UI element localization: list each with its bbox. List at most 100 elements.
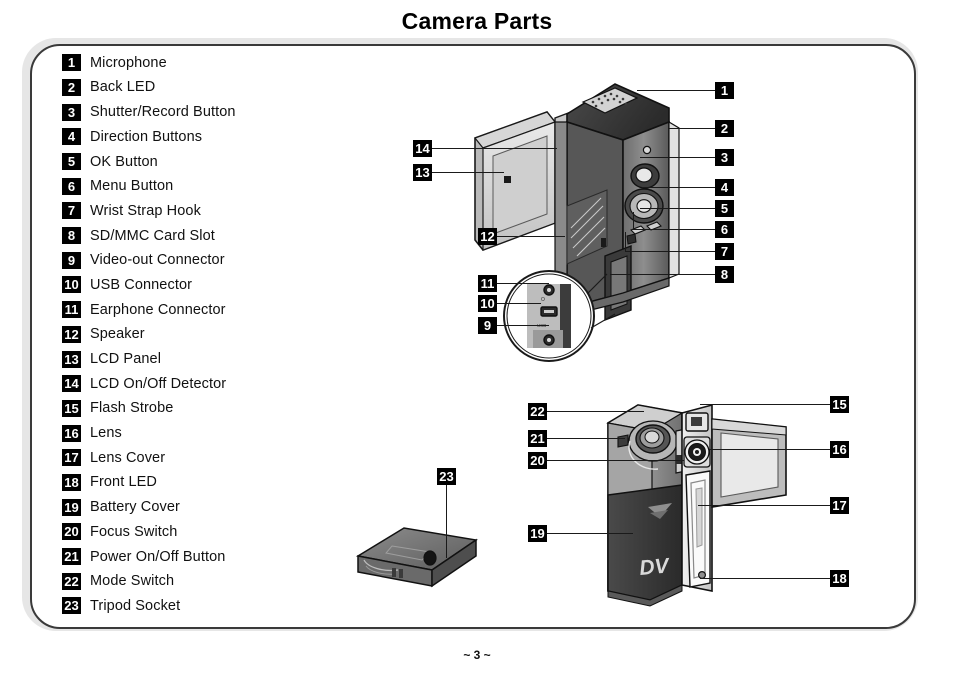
leader-line-18	[700, 578, 830, 580]
callout-9[interactable]: 9	[478, 317, 497, 334]
leader-line-6b	[633, 212, 635, 230]
legend-badge: 13	[62, 350, 81, 368]
legend-row: 20 Focus Switch	[62, 523, 362, 548]
callout-10[interactable]: 10	[478, 295, 497, 312]
callout-5[interactable]: 5	[715, 200, 734, 217]
callout-18[interactable]: 18	[830, 570, 849, 587]
legend-row: 19 Battery Cover	[62, 498, 362, 523]
callout-6[interactable]: 6	[715, 221, 734, 238]
page-footer: ~ 3 ~	[463, 648, 491, 662]
card-slot-art	[604, 244, 632, 322]
page-canvas: Camera Parts 1 Microphone 2 Back LED 3 Shutte…	[0, 0, 954, 677]
camera-front-body-art: DV	[606, 404, 687, 601]
legend-label: Focus Switch	[90, 523, 178, 540]
legend-label: OK Button	[90, 153, 158, 170]
callout-17[interactable]: 17	[830, 497, 849, 514]
leader-line-15	[700, 404, 830, 406]
callout-1[interactable]: 1	[715, 82, 734, 99]
legend-badge: 21	[62, 548, 81, 566]
callout-14[interactable]: 14	[413, 140, 432, 157]
legend-label: Tripod Socket	[90, 597, 181, 614]
leader-line-6	[633, 229, 715, 231]
callout-13[interactable]: 13	[413, 164, 432, 181]
callout-2[interactable]: 2	[715, 120, 734, 137]
legend-row: 6 Menu Button	[62, 177, 362, 202]
leader-line-21	[547, 438, 625, 440]
callout-15[interactable]: 15	[830, 396, 849, 413]
lcd-open-panel-art	[711, 418, 787, 508]
leader-line-7	[625, 251, 715, 253]
legend-badge: 18	[62, 473, 81, 491]
legend-row: 23 Tripod Socket	[62, 597, 362, 622]
legend-row: 14 LCD On/Off Detector	[62, 375, 362, 400]
legend-badge: 19	[62, 498, 81, 516]
callout-11[interactable]: 11	[478, 275, 497, 292]
legend-label: LCD Panel	[90, 351, 162, 368]
callout-4[interactable]: 4	[715, 179, 734, 196]
legend-label: Wrist Strap Hook	[90, 202, 201, 219]
legend-row: 10 USB Connector	[62, 276, 362, 301]
svg-text:DV: DV	[638, 554, 671, 580]
legend-row: 18 Front LED	[62, 473, 362, 499]
legend-label: Back LED	[90, 79, 156, 96]
callout-7[interactable]: 7	[715, 243, 734, 260]
lens-cover-panel-art	[681, 403, 713, 592]
legend-row: 21 Power On/Off Button	[62, 548, 362, 573]
legend-row: 22 Mode Switch	[62, 572, 362, 597]
leader-line-12	[497, 236, 565, 238]
legend-badge: 14	[62, 375, 81, 393]
legend-badge: 12	[62, 325, 81, 343]
legend-badge: 20	[62, 523, 81, 541]
callout-8[interactable]: 8	[715, 266, 734, 283]
legend-label: Front LED	[90, 474, 157, 491]
back-led-art	[642, 145, 652, 155]
callout-21[interactable]: 21	[528, 430, 547, 447]
tripod-socket-art	[423, 550, 437, 566]
callout-19[interactable]: 19	[528, 525, 547, 542]
leader-line-9	[497, 325, 549, 327]
leader-line-1	[637, 90, 715, 92]
legend-label: Flash Strobe	[90, 400, 174, 417]
legend-label: Lens Cover	[90, 449, 166, 466]
leader-line-17	[698, 505, 830, 507]
legend-label: Shutter/Record Button	[90, 104, 236, 121]
callout-3[interactable]: 3	[715, 149, 734, 166]
leader-line-22	[547, 411, 644, 413]
legend-row: 12 Speaker	[62, 325, 362, 351]
callout-20[interactable]: 20	[528, 452, 547, 469]
callout-22[interactable]: 22	[528, 403, 547, 420]
lens-art	[683, 436, 711, 468]
legend-label: LCD On/Off Detector	[90, 375, 227, 392]
legend-label: Battery Cover	[90, 499, 180, 516]
legend-badge: 16	[62, 424, 81, 442]
legend-label: Menu Button	[90, 178, 174, 195]
legend-row: 7 Wrist Strap Hook	[62, 202, 362, 227]
legend-badge: 22	[62, 572, 81, 590]
legend-row: 4 Direction Buttons	[62, 128, 362, 153]
legend-label: Earphone Connector	[90, 301, 226, 318]
battery-cover-art: DV	[607, 484, 683, 601]
legend-badge: 4	[62, 128, 81, 146]
leader-line-10	[497, 303, 541, 305]
leader-line-13	[432, 172, 504, 174]
legend-label: USB Connector	[90, 276, 193, 293]
legend-badge: 15	[62, 399, 81, 417]
legend-badge: 7	[62, 202, 81, 220]
legend-label: Power On/Off Button	[90, 548, 226, 565]
callout-23[interactable]: 23	[437, 468, 456, 485]
callout-12[interactable]: 12	[478, 228, 497, 245]
legend-row: 11 Earphone Connector	[62, 301, 362, 326]
legend-label: Video-out Connector	[90, 252, 225, 269]
legend-row: 13 LCD Panel	[62, 350, 362, 375]
legend-badge: 23	[62, 597, 81, 615]
leader-line-2	[668, 128, 715, 130]
bottom-view-illustration	[352, 520, 487, 600]
legend-row: 2 Back LED	[62, 78, 362, 104]
shutter-button-art	[630, 163, 660, 189]
callout-16[interactable]: 16	[830, 441, 849, 458]
direction-pad-art	[624, 188, 664, 224]
legend-badge: 8	[62, 227, 81, 245]
legend-row: 16 Lens	[62, 424, 362, 449]
legend-badge: 17	[62, 449, 81, 467]
camera-bottom-body-art	[355, 527, 478, 588]
